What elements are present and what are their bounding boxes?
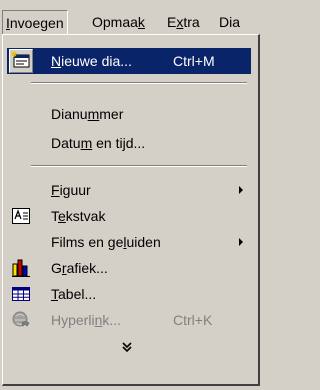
menu-opmaak-label: Opmaak: [92, 14, 145, 30]
hyperlink-icon: [12, 311, 30, 327]
menu-item-label: Films en geluiden: [51, 234, 161, 250]
menu-item-label: Datum en tijd...: [51, 135, 146, 151]
submenu-arrow-icon: [239, 186, 243, 194]
menu-item-tabel[interactable]: Tabel...: [7, 281, 251, 307]
menu-extra[interactable]: Extra: [164, 12, 203, 32]
menu-item-films-en-geluiden[interactable]: Films en geluiden: [7, 229, 251, 255]
menu-dia[interactable]: Dia: [216, 12, 243, 32]
menu-item-shortcut: Ctrl+K: [173, 312, 213, 328]
menu-item-shortcut: Ctrl+M: [173, 53, 215, 69]
menu-item-dianummer[interactable]: Dianummer: [7, 101, 251, 127]
menu-item-hyperlink[interactable]: Hyperlink... Ctrl+K: [7, 307, 251, 333]
menu-invoegen-label: Invoegen: [6, 15, 64, 31]
menu-separator: [31, 165, 247, 167]
menu-dia-label: Dia: [219, 14, 241, 30]
menu-expand-row[interactable]: [7, 335, 251, 361]
menu-item-label: Hyperlink...: [51, 312, 122, 328]
menu-item-grafiek[interactable]: Grafiek...: [7, 255, 251, 281]
menu-item-datum-en-tijd[interactable]: Datum en tijd...: [7, 130, 251, 156]
menu-item-label: Tekstvak: [51, 208, 106, 224]
menu-bar: Invoegen Opmaak Extra Dia: [0, 0, 264, 36]
menu-extra-label: Extra: [167, 14, 200, 30]
menu-item-label: Figuur: [51, 182, 91, 198]
menu-invoegen[interactable]: Invoegen: [2, 10, 68, 35]
menu-item-label: Tabel...: [51, 286, 97, 302]
menu-item-label: Dianummer: [51, 106, 124, 122]
text-box-icon: [12, 208, 30, 224]
menu-item-label: Nieuwe dia...: [51, 53, 132, 69]
menu-item-nieuwe-dia[interactable]: Nieuwe dia... Ctrl+M: [7, 48, 251, 74]
menu-item-figuur[interactable]: Figuur: [7, 177, 251, 203]
invoegen-dropdown-menu: Nieuwe dia... Ctrl+M Dianummer Datum en …: [2, 34, 260, 386]
expand-menu-icon[interactable]: [121, 341, 133, 353]
menu-opmaak[interactable]: Opmaak: [89, 12, 148, 32]
table-icon: [12, 287, 30, 301]
new-slide-icon: [11, 51, 30, 68]
menu-item-tekstvak[interactable]: Tekstvak: [7, 203, 251, 229]
submenu-arrow-icon: [239, 238, 243, 246]
menu-separator: [31, 82, 247, 84]
menu-item-label: Grafiek...: [51, 260, 108, 276]
chart-icon: [12, 259, 30, 277]
